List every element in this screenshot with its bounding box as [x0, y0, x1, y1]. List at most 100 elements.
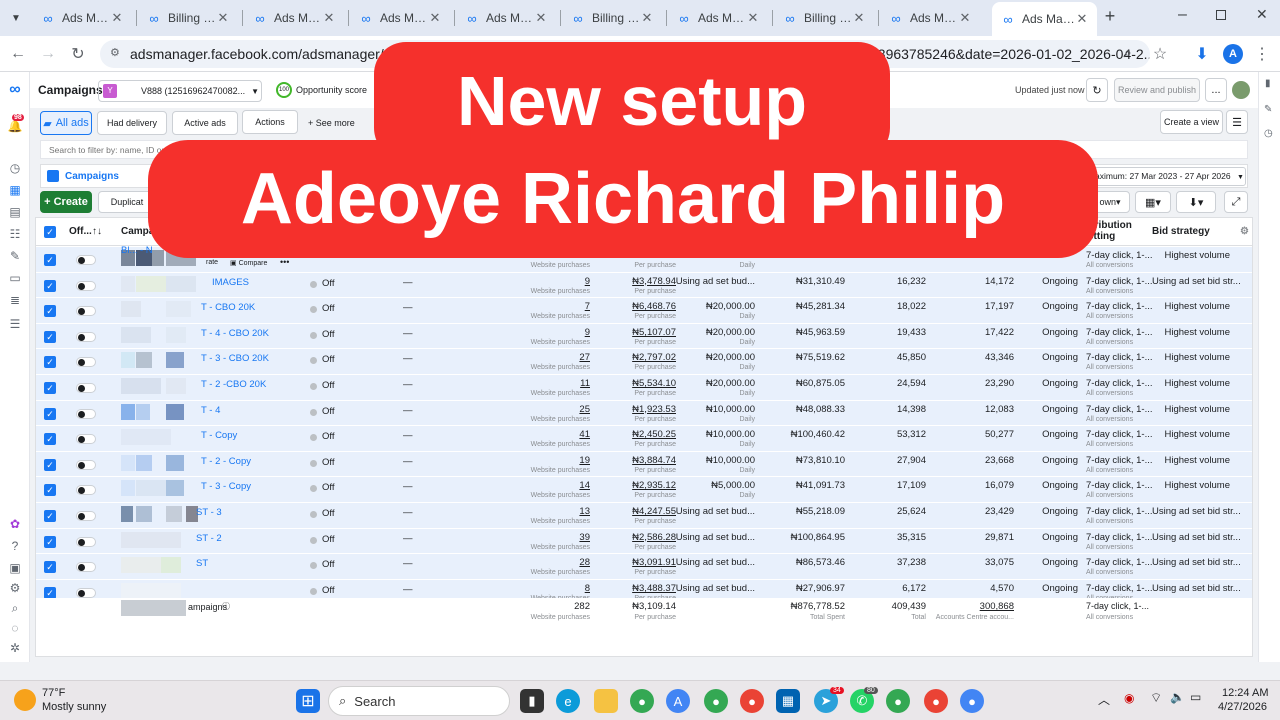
row-toggle[interactable] [76, 331, 96, 342]
help-icon[interactable]: ? [7, 538, 23, 554]
close-tab-icon[interactable]: ✕ [322, 10, 336, 26]
row-checkbox[interactable]: ✓ [44, 254, 56, 266]
file-explorer-icon[interactable] [594, 689, 618, 713]
row-checkbox[interactable]: ✓ [44, 484, 56, 497]
close-tab-icon[interactable]: ✕ [958, 10, 972, 26]
store-icon[interactable]: ▦ [776, 689, 800, 713]
table-row[interactable]: ✓ T - 4 - CBO 20K Off — 9 Website purchases ₦5… [36, 323, 1252, 350]
actions-filter[interactable]: Actions [242, 110, 298, 134]
row-checkbox[interactable]: ✓ [44, 535, 56, 548]
close-tab-icon[interactable]: ✕ [746, 10, 760, 26]
sort-icon[interactable]: ↑↓ [92, 226, 102, 237]
table-row[interactable]: ✓ ST Off — 28 Website purchases ₦3,091.91 Per p… [36, 554, 1252, 580]
weather-temp[interactable]: 77°F [42, 687, 65, 699]
chrome-profile-4-icon[interactable]: ● [886, 689, 910, 713]
tray-chevron-icon[interactable]: ︿ [1098, 691, 1110, 708]
back-icon[interactable]: ← [6, 42, 30, 66]
see-more-link[interactable]: + See more [308, 118, 355, 128]
new-tab-button[interactable]: + [1100, 6, 1120, 30]
account-selector[interactable]: Y V888 (12516962470082... ▼ [98, 80, 262, 102]
tab-3[interactable]: ∞ Ads Manag✕ [350, 4, 450, 32]
create-button[interactable]: + Create [40, 191, 92, 213]
bookmark-star-icon[interactable]: ☆ [1148, 42, 1172, 66]
header-bid-strategy[interactable]: Bid strategy [1152, 226, 1210, 237]
campaign-name[interactable]: ST [196, 558, 208, 569]
row-checkbox[interactable]: ✓ [44, 458, 56, 471]
close-window-button[interactable]: ✕ [1256, 6, 1268, 23]
had-delivery-filter[interactable]: Had delivery [97, 111, 167, 135]
all-ads-filter[interactable]: ▰ All ads [40, 111, 92, 135]
overview-icon[interactable]: ◷ [7, 160, 23, 176]
campaign-name[interactable]: T - 3 - CBO 20K [201, 353, 269, 364]
tab-1[interactable]: ∞ Billing & p✕ [138, 4, 238, 32]
close-tab-icon[interactable]: ✕ [1075, 11, 1089, 27]
row-toggle[interactable] [76, 383, 96, 393]
bug-icon[interactable]: ✲ [7, 640, 23, 656]
campaign-name[interactable]: T - CBO 20K [201, 302, 255, 313]
row-toggle[interactable] [76, 255, 96, 265]
weather-desc[interactable]: Mostly sunny [42, 701, 106, 713]
campaign-name[interactable]: IMAGES [212, 277, 249, 288]
all-tools-icon[interactable]: ☰ [7, 316, 23, 332]
tab-2[interactable]: ∞ Ads Manag✕ [244, 4, 344, 32]
columns-button[interactable]: ▦▾ [1135, 191, 1171, 213]
row-toggle[interactable] [76, 587, 96, 598]
date-range-picker[interactable]: aximum: 27 Mar 2023 - 27 Apr 2026 ▼ [1088, 167, 1246, 186]
campaign-name[interactable]: T - 3 - Copy [201, 481, 251, 492]
reports-icon[interactable]: ▤ [7, 204, 23, 220]
feedback-icon[interactable]: ◌ [7, 620, 23, 636]
row-toggle[interactable] [76, 562, 96, 573]
row-toggle[interactable] [76, 511, 96, 521]
forward-icon[interactable]: → [36, 42, 60, 66]
tab-search-button[interactable]: ▼ [6, 8, 26, 28]
row-checkbox[interactable]: ✓ [44, 356, 56, 369]
ads-reporting-icon[interactable]: ✎ [7, 248, 23, 264]
campaigns-icon[interactable]: ▦ [7, 182, 23, 198]
chrome-icon[interactable]: ● [630, 689, 654, 713]
clock-time[interactable]: 12:24 AM [1222, 687, 1268, 699]
taskbar-search[interactable]: ⌕ Search [328, 686, 510, 716]
select-all-checkbox[interactable]: ✓ [44, 226, 56, 238]
minimize-button[interactable]: – [1178, 6, 1187, 24]
table-row[interactable]: ✓ T - 2 - Copy Off — 19 Website purchases ₦3,8… [36, 451, 1252, 478]
row-checkbox[interactable]: ✓ [44, 305, 56, 318]
restore-button[interactable] [1216, 10, 1226, 20]
charts-button[interactable]: ⤢ [1224, 191, 1248, 213]
active-ads-filter[interactable]: Active ads [172, 111, 238, 135]
table-row[interactable]: ✓ IMAGES Off — 9 Website purchases ₦3,478.94 Pe… [36, 272, 1252, 299]
row-checkbox[interactable]: ✓ [44, 382, 56, 394]
row-checkbox[interactable]: ✓ [44, 279, 56, 292]
header-off[interactable]: Off... [69, 226, 92, 237]
table-row[interactable]: ✓ T - CBO 20K Off — 7 Website purchases ₦6,468… [36, 298, 1252, 324]
browser-menu-icon[interactable]: ⋮ [1250, 42, 1274, 66]
settings-icon[interactable]: ⚙ [7, 580, 23, 596]
table-row[interactable]: ✓ T - 3 - Copy Off — 14 Website purchases ₦2,9… [36, 477, 1252, 503]
close-tab-icon[interactable]: ✕ [216, 10, 230, 26]
table-row[interactable]: ✓ T - 2 -CBO 20K Off — 11 Website purchases ₦5… [36, 375, 1252, 401]
export-button[interactable]: ⬇▾ [1176, 191, 1216, 213]
row-toggle[interactable] [76, 408, 96, 419]
clock-date[interactable]: 4/27/2026 [1218, 701, 1267, 713]
close-tab-icon[interactable]: ✕ [110, 10, 124, 26]
row-toggle[interactable] [76, 280, 96, 291]
meta-logo-icon[interactable]: ∞ [7, 81, 23, 98]
row-toggle[interactable] [76, 357, 96, 368]
history-icon[interactable]: ◷ [1264, 128, 1273, 139]
row-toggle[interactable] [76, 459, 96, 470]
task-view-icon[interactable]: ▮ [520, 689, 544, 713]
tab-8[interactable]: ∞ Ads Manag✕ [880, 4, 980, 32]
profile-avatar[interactable]: A [1223, 44, 1243, 64]
tab-4[interactable]: ∞ Ads Manag✕ [456, 4, 556, 32]
chrome-profile-6-icon[interactable]: ● [960, 689, 984, 713]
campaign-name[interactable]: ST - 3 [196, 507, 222, 518]
sparkle-icon[interactable]: ✿ [7, 516, 23, 532]
row-toggle[interactable] [76, 306, 96, 317]
refresh-button[interactable]: ↻ [1086, 78, 1108, 102]
duplicate-hint[interactable]: rate [206, 259, 218, 266]
close-tab-icon[interactable]: ✕ [428, 10, 442, 26]
row-checkbox[interactable]: ✓ [44, 561, 56, 574]
tab-6[interactable]: ∞ Ads Manag✕ [668, 4, 768, 32]
inbox-icon[interactable]: ▣ [7, 560, 23, 576]
download-icon[interactable]: ⬇ [1190, 42, 1214, 66]
row-checkbox[interactable]: ✓ [44, 510, 56, 522]
